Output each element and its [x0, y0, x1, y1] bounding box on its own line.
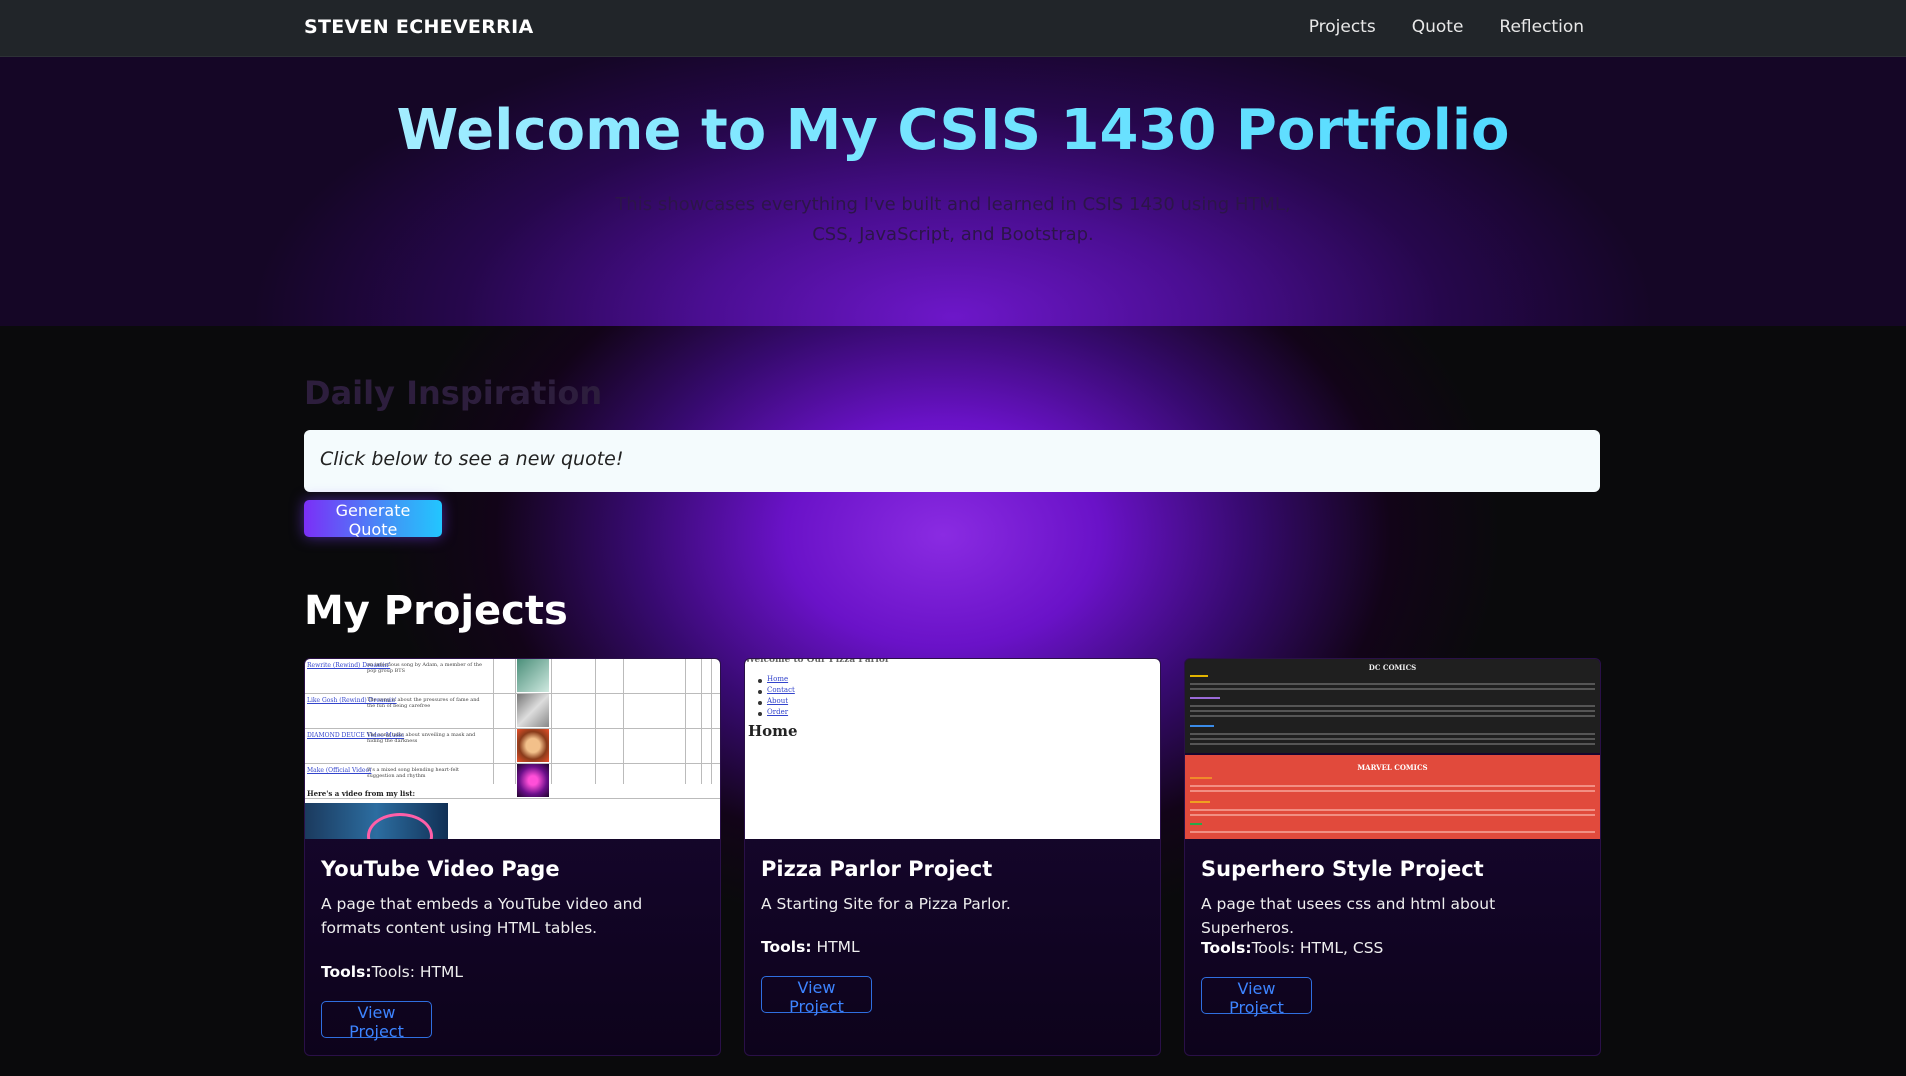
- project-thumbnail-superhero: DC COMICS MARVEL COMICS: [1185, 659, 1600, 839]
- quote-heading: Daily Inspiration: [304, 374, 603, 412]
- hero-subtitle: This showcases everything I've built and…: [615, 194, 1291, 245]
- view-project-button[interactable]: View Project: [761, 976, 872, 1016]
- projects-heading: My Projects: [304, 588, 568, 634]
- project-description: A page that usees css and html about Sup…: [1201, 895, 1496, 937]
- project-title: Pizza Parlor Project: [761, 857, 993, 881]
- project-description: A Starting Site for a Pizza Parlor.: [761, 895, 1011, 913]
- project-description: A page that embeds a YouTube video and f…: [321, 895, 643, 937]
- project-card-pizza: Welcome to Our Pizza Parlor Home Contact…: [744, 658, 1161, 1056]
- hero-title: Welcome to My CSIS 1430 Portfolio: [0, 98, 1906, 163]
- project-tools: Tools:Tools: HTML: [321, 963, 464, 981]
- nav-link-quote[interactable]: Quote: [1412, 17, 1464, 37]
- quote-display: Click below to see a new quote!: [304, 430, 1600, 492]
- project-thumbnail-youtube: Rewrite (Rewind) Dreamin' an infectious s…: [305, 659, 720, 839]
- project-card-superhero: DC COMICS MARVEL COMICS Superhero Style …: [1184, 658, 1601, 1056]
- project-title: Superhero Style Project: [1201, 857, 1484, 881]
- generate-quote-button[interactable]: Generate Quote: [304, 500, 442, 539]
- nav-link-reflection[interactable]: Reflection: [1499, 17, 1584, 37]
- project-thumbnail-pizza: Welcome to Our Pizza Parlor Home Contact…: [745, 659, 1160, 839]
- view-project-button[interactable]: View Project: [321, 1001, 432, 1041]
- project-tools: Tools:Tools: HTML, CSS: [1201, 939, 1384, 957]
- navbar: STEVEN ECHEVERRIA Projects Quote Reflect…: [0, 0, 1906, 57]
- view-project-button[interactable]: View Project: [1201, 977, 1312, 1017]
- brand-name[interactable]: STEVEN ECHEVERRIA: [304, 16, 533, 38]
- project-tools: Tools: HTML: [761, 938, 860, 956]
- nav-link-projects[interactable]: Projects: [1309, 17, 1376, 37]
- nav-links: Projects Quote Reflection: [1309, 17, 1584, 37]
- project-card-youtube: Rewrite (Rewind) Dreamin' an infectious s…: [304, 658, 721, 1056]
- project-title: YouTube Video Page: [321, 857, 560, 881]
